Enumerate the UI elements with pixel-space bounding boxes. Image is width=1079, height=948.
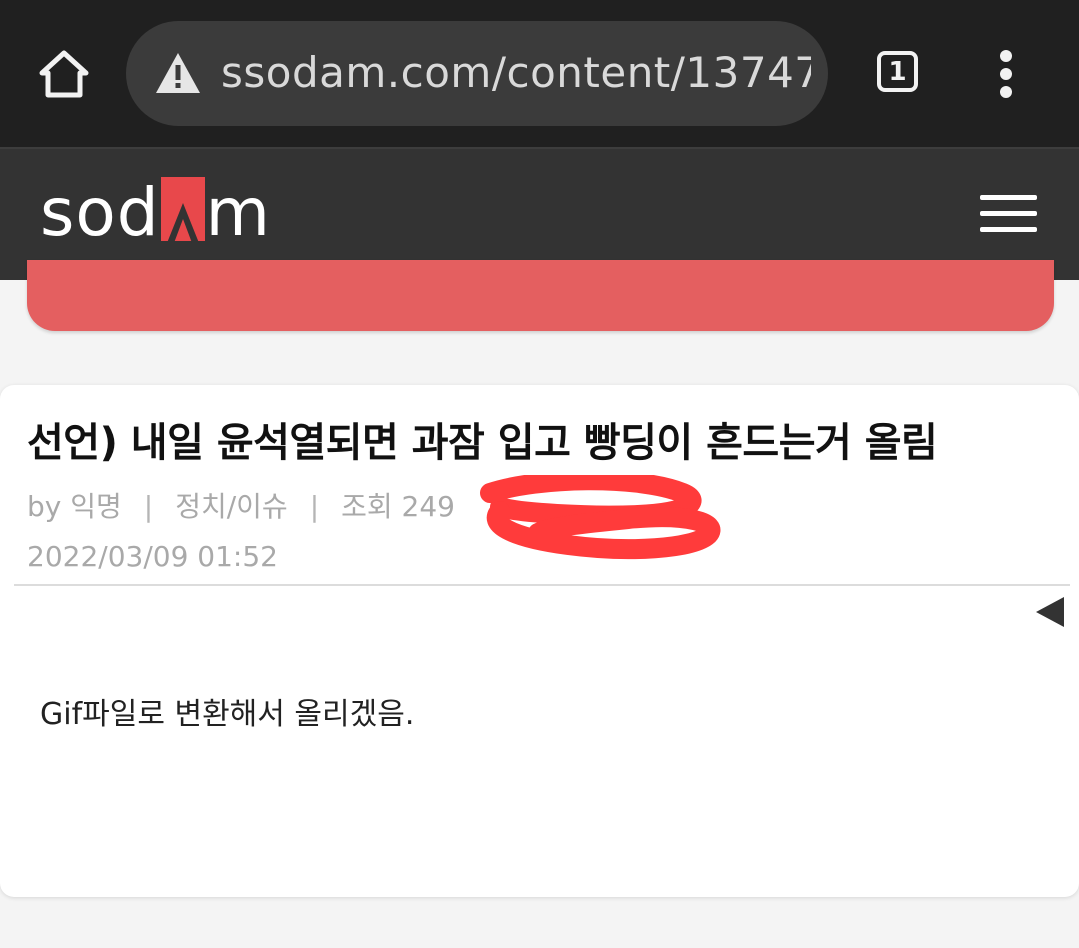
browser-toolbar: ssodam.com/content/137474 1 (0, 0, 1079, 147)
post-body: Gif파일로 변환해서 올리겠음. (40, 697, 415, 732)
left-triangle-icon[interactable] (1034, 595, 1066, 629)
post-meta: by 익명 | 정치/이슈 | 조회 249 (27, 487, 455, 527)
post-date: 2022/03/09 01:52 (27, 540, 278, 573)
post-views: 조회 249 (341, 490, 455, 523)
meta-separator: | (143, 490, 154, 523)
home-icon[interactable] (36, 47, 92, 103)
red-banner (27, 260, 1054, 331)
logo-text-end: m (205, 174, 271, 251)
hamburger-icon[interactable] (980, 195, 1037, 235)
post-author: by 익명 (27, 490, 122, 523)
post-category[interactable]: 정치/이슈 (175, 490, 287, 523)
post-card: 선언) 내일 윤석열되면 과잠 입고 빵딩이 흔드는거 올림 by 익명 | 정치/… (0, 385, 1079, 897)
logo-a-mark (160, 177, 205, 243)
meta-separator: | (309, 490, 320, 523)
warning-icon[interactable] (154, 51, 202, 95)
logo-text-start: sod (40, 174, 160, 251)
redaction-scribble (478, 470, 723, 567)
more-vert-icon[interactable] (995, 50, 1017, 98)
divider (14, 584, 1070, 586)
site-logo[interactable]: sod m (40, 163, 271, 263)
address-bar[interactable]: ssodam.com/content/137474 (126, 21, 828, 126)
tabs-icon[interactable]: 1 (877, 51, 918, 92)
post-title: 선언) 내일 윤석열되면 과잠 입고 빵딩이 흔드는거 올림 (27, 420, 938, 466)
url-text[interactable]: ssodam.com/content/137474 (221, 45, 811, 101)
